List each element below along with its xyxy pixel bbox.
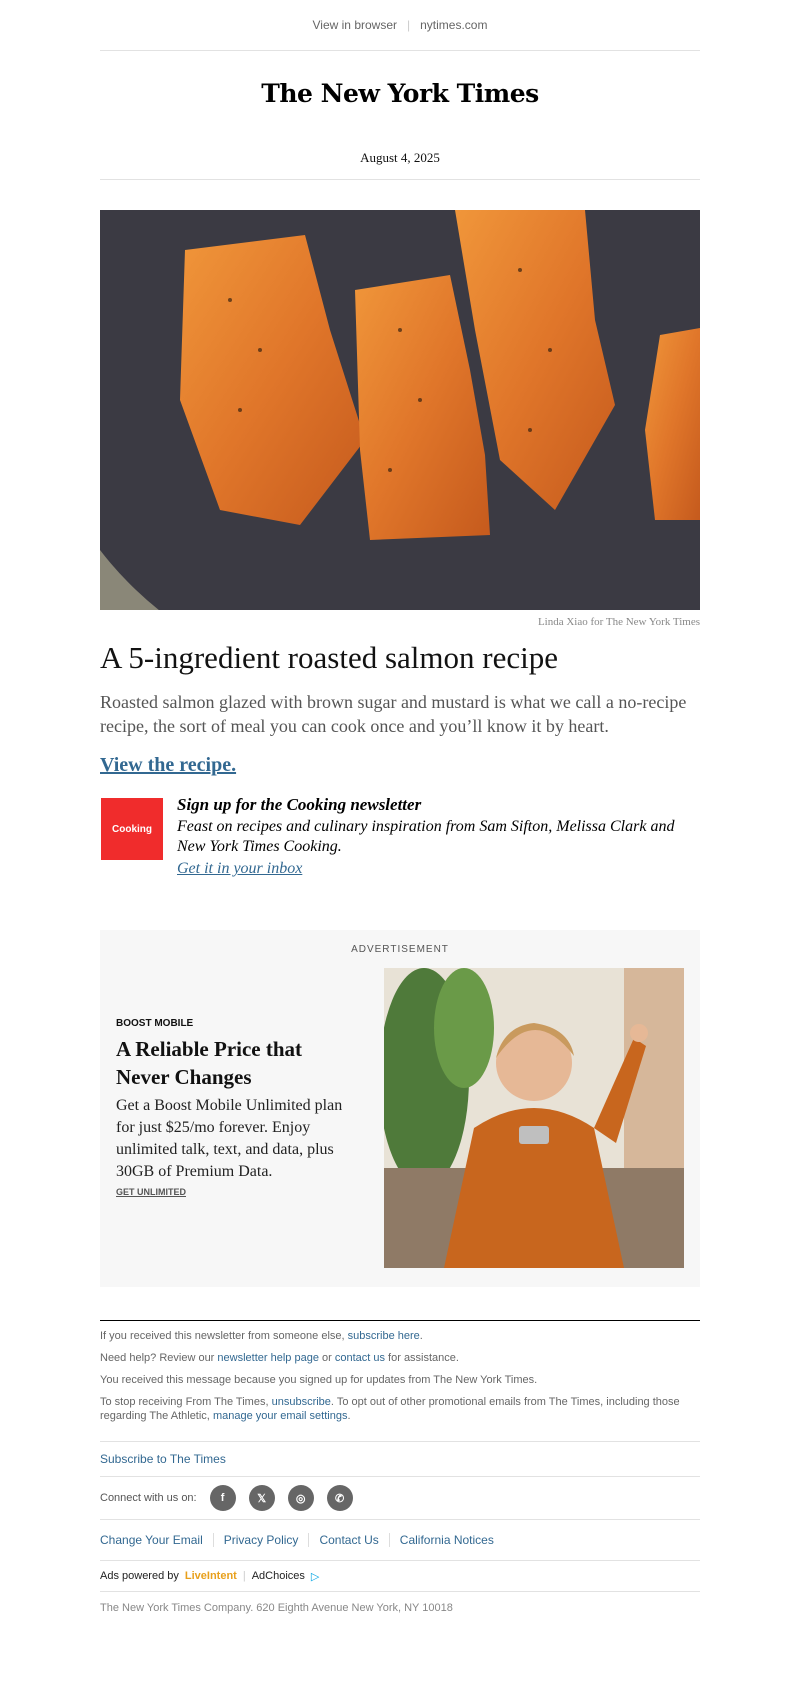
subscribe-times-link[interactable]: Subscribe to The Times (100, 1442, 700, 1476)
footer-signup-reason: You received this message because you si… (100, 1374, 538, 1386)
woman-with-phone-icon (384, 968, 684, 1268)
california-notices-link[interactable]: California Notices (388, 1533, 504, 1547)
footer-text: To stop receiving From The Times, (100, 1396, 269, 1408)
hero-image[interactable] (100, 210, 700, 610)
footer-forward-note: If you received this newsletter from som… (100, 1330, 423, 1342)
subscribe-here-link[interactable]: subscribe here (348, 1330, 420, 1342)
company-address: The New York Times Company. 620 Eighth A… (100, 1602, 453, 1614)
liveintent-logo[interactable]: LiveIntent (185, 1570, 237, 1582)
footer-help-note: Need help? Review our newsletter help pa… (100, 1351, 700, 1365)
site-link[interactable]: nytimes.com (420, 18, 487, 32)
divider (100, 179, 700, 180)
photo-credit: Linda Xiao for The New York Times (537, 616, 700, 628)
instagram-icon[interactable]: ◎ (287, 1485, 314, 1511)
adchoices-icon: ▷ (310, 1570, 320, 1583)
ad-body: Get a Boost Mobile Unlimited plan for ju… (116, 1097, 343, 1180)
facebook-icon[interactable]: f (209, 1485, 236, 1511)
ads-powered-label: Ads powered by (100, 1570, 179, 1582)
masthead: The New York Times (100, 51, 700, 137)
connect-label: Connect with us on: (100, 1492, 197, 1504)
promo-description: Feast on recipes and culinary inspiratio… (177, 818, 675, 855)
article-dek: Roasted salmon glazed with brown sugar a… (100, 692, 687, 736)
change-email-link[interactable]: Change Your Email (100, 1533, 213, 1547)
footer-divider (100, 1320, 700, 1321)
advertisement: ADVERTISEMENT BOOST MOBILE A Reliable Pr… (100, 930, 700, 1287)
article-headline[interactable]: A 5-ingredient roasted salmon recipe (100, 640, 700, 676)
footer-text: If you received this newsletter from som… (100, 1330, 345, 1342)
cooking-logo[interactable]: Cooking (101, 798, 163, 860)
contact-us-footer-link[interactable]: Contact Us (308, 1533, 388, 1547)
footer-text: Need help? Review our (100, 1352, 215, 1364)
issue-date: August 4, 2025 (360, 150, 440, 165)
promo-signup-link[interactable]: Get it in your inbox (177, 858, 700, 880)
footer-text: for assistance. (388, 1352, 459, 1364)
view-recipe-link[interactable]: View the recipe. (100, 754, 700, 777)
cooking-promo: Cooking Sign up for the Cooking newslett… (100, 795, 700, 880)
nyt-logo[interactable]: The New York Times (261, 79, 539, 108)
whatsapp-icon[interactable]: ✆ (326, 1485, 353, 1511)
topbar-separator: | (407, 18, 411, 32)
salmon-photo-icon (100, 210, 700, 610)
footer-text: or (322, 1352, 332, 1364)
help-page-link[interactable]: newsletter help page (217, 1352, 319, 1364)
view-in-browser-link[interactable]: View in browser (313, 18, 397, 32)
x-icon[interactable]: 𝕏 (248, 1485, 275, 1511)
ads-separator: | (242, 1570, 246, 1582)
ad-headline[interactable]: A Reliable Price that Never Changes (116, 1035, 356, 1091)
unsubscribe-link[interactable]: unsubscribe (272, 1396, 331, 1408)
contact-us-link[interactable]: contact us (335, 1352, 385, 1364)
ad-label: ADVERTISEMENT (351, 944, 449, 955)
topbar: View in browser | nytimes.com (100, 0, 700, 50)
footer-links: Change Your Email Privacy Policy Contact… (100, 1520, 700, 1560)
ads-row: Ads powered by LiveIntent | AdChoices ▷ (100, 1561, 700, 1591)
email-settings-link[interactable]: manage your email settings (213, 1410, 348, 1422)
promo-title: Sign up for the Cooking newsletter (177, 795, 422, 814)
privacy-policy-link[interactable]: Privacy Policy (212, 1533, 309, 1547)
ad-brand: BOOST MOBILE (116, 1018, 194, 1029)
ad-cta-link[interactable]: GET UNLIMITED (116, 1187, 356, 1197)
footer-unsubscribe-note: To stop receiving From The Times, unsubs… (100, 1396, 680, 1422)
social-row: Connect with us on: f 𝕏 ◎ ✆ (100, 1477, 700, 1519)
adchoices-link[interactable]: AdChoices (252, 1570, 305, 1582)
ad-image[interactable] (384, 968, 684, 1268)
